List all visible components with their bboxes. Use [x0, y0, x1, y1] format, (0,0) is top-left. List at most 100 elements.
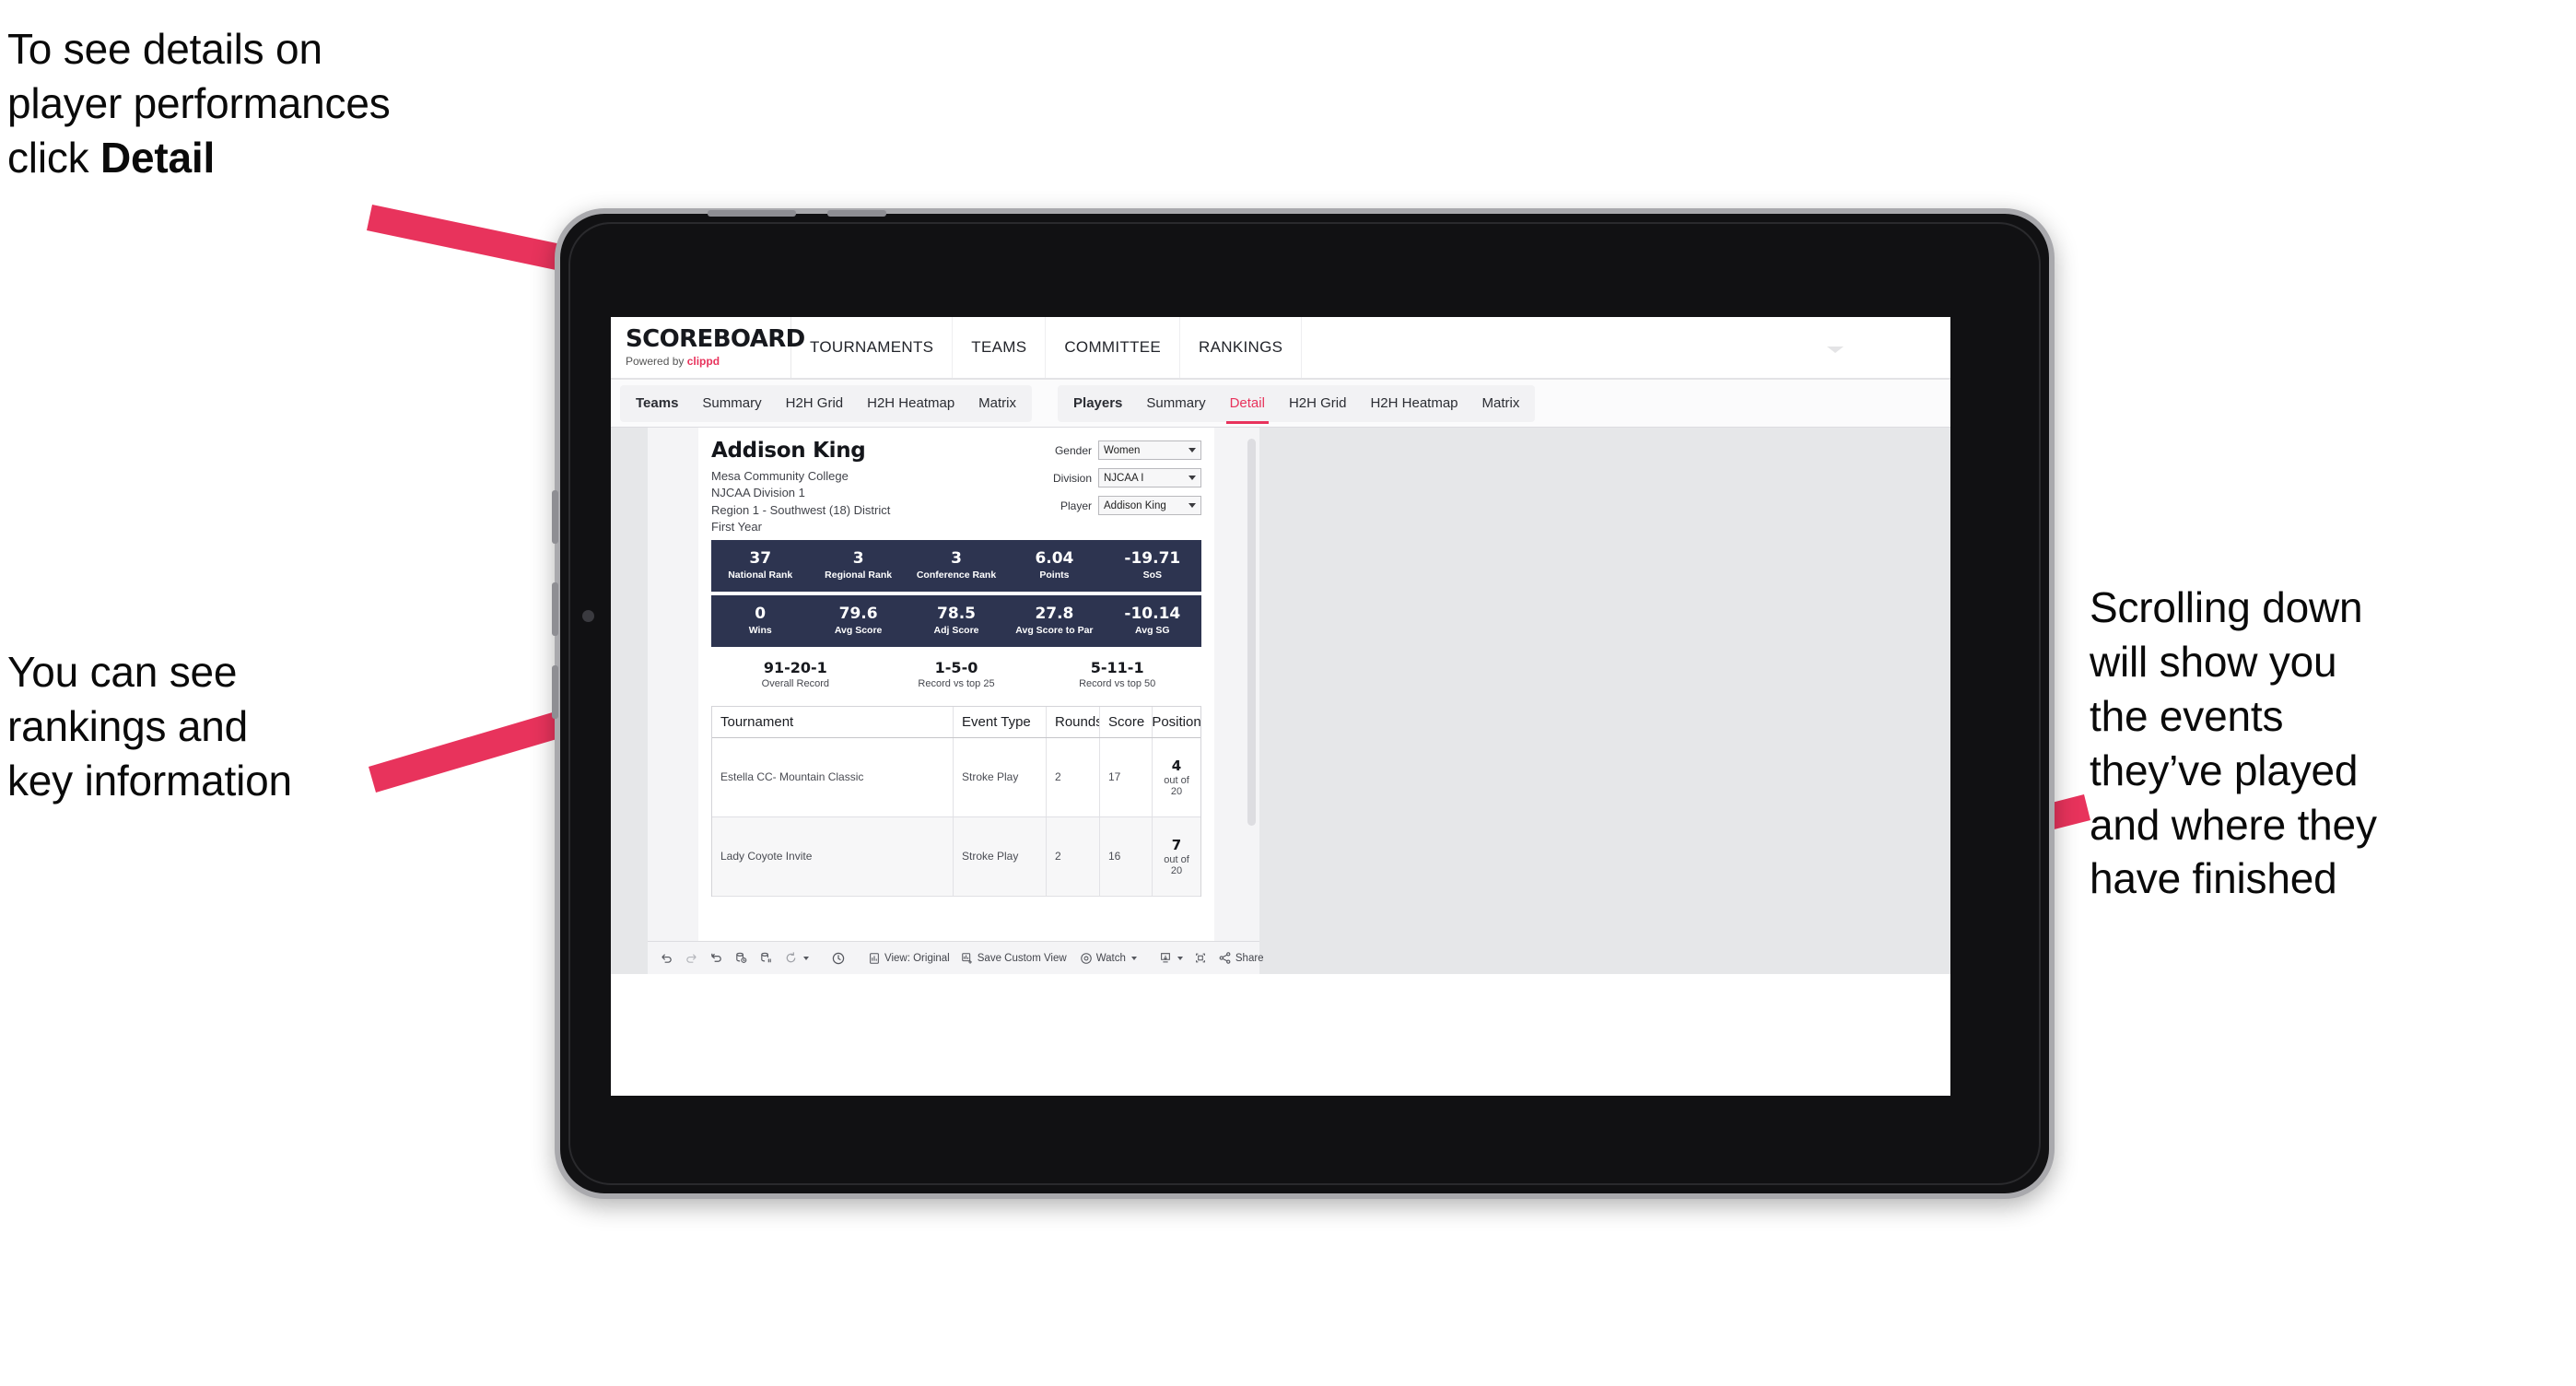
- power-button[interactable]: [708, 210, 796, 217]
- player-header: Addison King Mesa Community College NJCA…: [711, 439, 1201, 536]
- tab-team-h2h-grid[interactable]: H2H Grid: [774, 385, 856, 422]
- player-detail-card: Addison King Mesa Community College NJCA…: [698, 428, 1214, 974]
- record-overall: 91-20-1 Overall Record: [715, 659, 876, 689]
- save-custom-view-button[interactable]: Save Custom View: [956, 946, 1071, 970]
- brand-powered-by: Powered by: [626, 355, 687, 368]
- cell-rounds: 2: [1047, 737, 1100, 816]
- tab-player-summary[interactable]: Summary: [1134, 385, 1217, 422]
- position-value: 7: [1171, 836, 1182, 853]
- record-vs-top-25: 1-5-0 Record vs top 25: [876, 659, 1037, 689]
- watch-label: Watch: [1095, 952, 1126, 964]
- player-division: NJCAA Division 1: [711, 486, 805, 500]
- pause-data-icon: [759, 951, 773, 965]
- annotation-right: Scrolling down will show you the events …: [2090, 583, 2377, 903]
- tournament-table: Tournament Event Type Rounds Score Posit…: [711, 705, 1201, 897]
- filter-panel: Gender Women Division NJCAA I Player Add…: [1040, 439, 1201, 536]
- cell-position: 4 out of 20: [1153, 738, 1200, 816]
- record-vs-top-50: 5-11-1 Record vs top 50: [1036, 659, 1198, 689]
- stat-value: 79.6: [838, 605, 878, 624]
- nav-teams[interactable]: TEAMS: [953, 317, 1047, 378]
- stat-value: -19.71: [1124, 549, 1181, 569]
- cell-rounds: 2: [1047, 816, 1100, 896]
- stat-value: 27.8: [1035, 605, 1074, 624]
- view-original-button[interactable]: View: Original: [863, 946, 954, 970]
- stat-label: SoS: [1142, 570, 1163, 581]
- column-header-tournament[interactable]: Tournament: [712, 706, 954, 737]
- player-year: First Year: [711, 520, 762, 534]
- viz-left-padding: [611, 428, 648, 974]
- cell-position: 7 out of 20: [1153, 817, 1200, 896]
- position-value: 4: [1171, 757, 1182, 774]
- column-header-event-type[interactable]: Event Type: [954, 706, 1047, 737]
- tab-player-matrix[interactable]: Matrix: [1470, 385, 1532, 422]
- redo-button[interactable]: [680, 946, 703, 970]
- tab-team-h2h-heatmap[interactable]: H2H Heatmap: [855, 385, 966, 422]
- stat-points: 6.04 Points: [1005, 550, 1103, 581]
- nav-tournaments[interactable]: TOURNAMENTS: [791, 317, 954, 378]
- tab-player-h2h-grid[interactable]: H2H Grid: [1277, 385, 1359, 422]
- pause-data-button[interactable]: [755, 946, 778, 970]
- stat-value: 78.5: [937, 605, 976, 624]
- chevron-down-icon[interactable]: [1827, 346, 1844, 353]
- undo-button[interactable]: [655, 946, 678, 970]
- position-subtext: out of 20: [1164, 774, 1189, 797]
- refresh-data-button[interactable]: [730, 946, 753, 970]
- visualization-body: Addison King Mesa Community College NJCA…: [611, 428, 1950, 974]
- pause-refresh-button[interactable]: [826, 946, 850, 970]
- save-view-icon: [961, 952, 974, 965]
- vertical-scrollbar[interactable]: [1247, 439, 1256, 826]
- stat-label: Conference Rank: [916, 570, 997, 581]
- gender-select[interactable]: Women: [1098, 440, 1201, 460]
- annotation-top-left-bold: Detail: [100, 133, 216, 182]
- brand-subtitle: Powered by clippd: [626, 355, 790, 368]
- cell-tournament: Lady Coyote Invite: [712, 816, 954, 896]
- table-row[interactable]: Lady Coyote Invite Stroke Play 2 16 7 ou…: [712, 816, 1200, 897]
- stat-label: Avg Score: [834, 625, 883, 637]
- tab-players[interactable]: Players: [1061, 385, 1134, 422]
- stat-label: National Rank: [728, 570, 793, 581]
- tab-teams[interactable]: Teams: [624, 385, 690, 422]
- stat-label: Avg SG: [1135, 625, 1170, 637]
- volume-button[interactable]: [827, 210, 886, 217]
- revert-button[interactable]: [705, 946, 728, 970]
- team-tab-group: Teams Summary H2H Grid H2H Heatmap Matri…: [620, 384, 1033, 422]
- tab-team-matrix[interactable]: Matrix: [966, 385, 1028, 422]
- filter-gender-label: Gender: [1054, 443, 1092, 457]
- download-button[interactable]: [1154, 946, 1188, 970]
- record-value: 1-5-0: [934, 658, 978, 676]
- side-button-1[interactable]: [552, 490, 558, 544]
- tab-player-h2h-heatmap[interactable]: H2H Heatmap: [1358, 385, 1469, 422]
- brand-logo[interactable]: SCOREBOARD Powered by clippd: [611, 317, 805, 378]
- tab-team-summary[interactable]: Summary: [690, 385, 773, 422]
- view-tab-strip: Teams Summary H2H Grid H2H Heatmap Matri…: [611, 380, 1950, 428]
- cell-score: 17: [1100, 737, 1153, 816]
- column-header-rounds[interactable]: Rounds: [1047, 706, 1100, 737]
- column-header-score[interactable]: Score: [1100, 706, 1153, 737]
- autoupdate-button[interactable]: [779, 946, 814, 970]
- stats-band-scoring: 0 Wins 79.6 Avg Score 78.5 Adj Score 27.…: [711, 594, 1201, 647]
- annotation-left: You can see rankings and key information: [7, 648, 292, 805]
- nav-rankings[interactable]: RANKINGS: [1180, 317, 1303, 378]
- viz-sheet: Addison King Mesa Community College NJCA…: [648, 428, 1259, 974]
- column-header-position[interactable]: Position: [1153, 707, 1200, 737]
- fullscreen-button[interactable]: [1189, 946, 1212, 970]
- front-camera: [582, 610, 594, 622]
- side-button-2[interactable]: [552, 582, 558, 636]
- division-select-value: NJCAA I: [1104, 472, 1144, 484]
- watch-button[interactable]: Watch: [1075, 946, 1142, 970]
- nav-committee[interactable]: COMMITTEE: [1046, 317, 1181, 378]
- table-row[interactable]: Estella CC- Mountain Classic Stroke Play…: [712, 737, 1200, 817]
- fullscreen-icon: [1194, 951, 1207, 965]
- stat-label: Points: [1039, 570, 1070, 581]
- viz-right-padding: [1259, 428, 1950, 974]
- tab-player-detail[interactable]: Detail: [1218, 385, 1277, 424]
- undo-icon: [660, 951, 673, 965]
- player-select-value: Addison King: [1104, 499, 1166, 511]
- side-button-3[interactable]: [552, 665, 558, 719]
- chevron-down-icon: [803, 956, 809, 960]
- player-region: Region 1 - Southwest (18) District: [711, 502, 891, 517]
- division-select[interactable]: NJCAA I: [1098, 468, 1201, 487]
- share-button[interactable]: Share: [1213, 946, 1269, 970]
- stat-avg-score-to-par: 27.8 Avg Score to Par: [1005, 605, 1103, 637]
- player-select[interactable]: Addison King: [1098, 496, 1201, 515]
